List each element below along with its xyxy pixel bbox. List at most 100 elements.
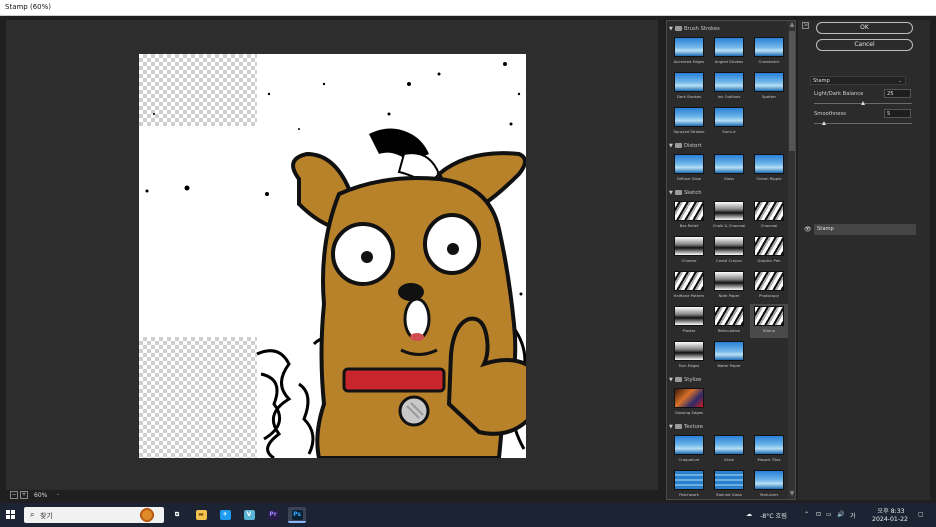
- filter-gallery-list[interactable]: ▼ Brush Strokes Accented Edges Angled Strok…: [666, 20, 796, 500]
- filter-label: Torn Edges: [678, 363, 700, 368]
- zoom-level[interactable]: 60%: [30, 491, 66, 500]
- filter-thumbnail[interactable]: Sumi-e: [710, 105, 748, 139]
- filter-thumbnail[interactable]: Ocean Ripple: [750, 152, 788, 186]
- filter-thumbnail[interactable]: Crosshatch: [750, 35, 788, 69]
- filter-thumbnail[interactable]: Sprayed Strokes: [670, 105, 708, 139]
- filter-thumbnail[interactable]: Halftone Pattern: [670, 269, 708, 303]
- smoothness-slider-knob[interactable]: [821, 121, 826, 125]
- effect-layer-row[interactable]: 👁 Stamp: [804, 224, 918, 235]
- filter-thumbnail[interactable]: Reticulation: [710, 304, 748, 338]
- light-dark-slider[interactable]: [814, 101, 912, 105]
- filter-thumbnail[interactable]: Plaster: [670, 304, 708, 338]
- smoothness-slider[interactable]: [814, 121, 912, 125]
- filter-preview-image: [674, 236, 704, 256]
- filter-thumbnail[interactable]: Grain: [710, 433, 748, 467]
- clock-date[interactable]: 2024-01-22: [870, 516, 910, 523]
- filter-label: Chrome: [681, 258, 697, 263]
- network-icon[interactable]: ⊡: [816, 511, 821, 518]
- weather-text[interactable]: -8°C 흐림: [760, 511, 787, 520]
- filter-thumbnail[interactable]: Stamp: [750, 304, 788, 338]
- filter-thumbnail[interactable]: Angled Strokes: [710, 35, 748, 69]
- filter-thumbnail[interactable]: Water Paper: [710, 339, 748, 373]
- taskbar-task-view[interactable]: ⧉: [168, 507, 186, 523]
- taskbar-file-explorer[interactable]: ▬: [192, 507, 210, 523]
- filter-thumbnail[interactable]: Photocopy: [750, 269, 788, 303]
- taskbar-bird-app[interactable]: ✈: [216, 507, 234, 523]
- effect-layer-name: Stamp: [814, 224, 916, 235]
- category-1[interactable]: ▼ Distort: [669, 142, 787, 151]
- dog-character-image: [145, 62, 526, 458]
- filter-label: Mosaic Tiles: [757, 457, 781, 462]
- light-dark-input[interactable]: 25: [884, 89, 911, 98]
- preview-area[interactable]: [6, 20, 658, 490]
- filter-thumbnail[interactable]: Texturizer: [750, 468, 788, 499]
- filter-select[interactable]: Stamp ⌄: [810, 76, 906, 85]
- filter-thumbnail[interactable]: Chalk & Charcoal: [710, 199, 748, 233]
- windows-start-button[interactable]: [6, 510, 16, 520]
- preview-canvas[interactable]: [139, 54, 526, 458]
- speaker-icon[interactable]: 🔊: [837, 511, 844, 518]
- notification-icon[interactable]: ▢: [918, 511, 924, 518]
- collapse-gallery-button[interactable]: ⇲: [802, 22, 809, 29]
- filter-thumbnail[interactable]: Bas Relief: [670, 199, 708, 233]
- filter-thumbnail[interactable]: Ink Outlines: [710, 70, 748, 104]
- filter-preview-image: [714, 37, 744, 57]
- cancel-button[interactable]: Cancel: [816, 39, 913, 51]
- filter-label: Glass: [723, 176, 735, 181]
- filter-thumbnail[interactable]: Mosaic Tiles: [750, 433, 788, 467]
- taskbar-v-app[interactable]: V: [240, 507, 258, 523]
- zoom-in-button[interactable]: +: [20, 491, 28, 499]
- chevron-up-icon[interactable]: ⌃: [804, 511, 809, 518]
- filter-thumbnail[interactable]: Stained Glass: [710, 468, 748, 499]
- filter-label: Accented Edges: [673, 59, 705, 64]
- battery-icon[interactable]: ▭: [826, 511, 832, 518]
- filter-preview-image: [754, 435, 784, 455]
- filter-label: Patchwork: [679, 492, 699, 497]
- filter-thumbnail[interactable]: Patchwork: [670, 468, 708, 499]
- category-name: Sketch: [684, 190, 702, 196]
- filter-thumbnail[interactable]: Glass: [710, 152, 748, 186]
- filter-thumbnail[interactable]: Accented Edges: [670, 35, 708, 69]
- zoom-caret-icon[interactable]: ⌄: [56, 491, 60, 497]
- filter-thumbnail[interactable]: Charcoal: [750, 199, 788, 233]
- taskbar-premiere[interactable]: Pr: [264, 507, 282, 523]
- smoothness-input[interactable]: 5: [884, 109, 911, 118]
- light-dark-slider-knob[interactable]: [861, 101, 865, 105]
- eye-icon[interactable]: 👁: [804, 226, 812, 233]
- zoom-out-button[interactable]: −: [10, 491, 18, 499]
- premiere-icon: Pr: [267, 510, 279, 520]
- scroll-up-icon[interactable]: ▲: [789, 22, 795, 28]
- filter-thumbnail[interactable]: Spatter: [750, 70, 788, 104]
- ime-indicator[interactable]: 가: [850, 511, 856, 520]
- filter-thumbnail[interactable]: Diffuse Glow: [670, 152, 708, 186]
- filter-thumbnail[interactable]: Graphic Pen: [750, 234, 788, 268]
- filter-thumbnail[interactable]: Craquelure: [670, 433, 708, 467]
- category-2[interactable]: ▼ Sketch: [669, 189, 787, 198]
- category-0[interactable]: ▼ Brush Strokes: [669, 25, 787, 34]
- filter-preview-image: [754, 201, 784, 221]
- taskbar-search[interactable]: ⌕ 찾기: [24, 507, 164, 523]
- filter-label: Chalk & Charcoal: [712, 223, 746, 228]
- filter-thumbnail[interactable]: Note Paper: [710, 269, 748, 303]
- filter-thumbnail[interactable]: Glowing Edges: [670, 386, 708, 420]
- folder-icon: [675, 377, 682, 382]
- filter-thumbnail[interactable]: Chrome: [670, 234, 708, 268]
- filter-thumbnail[interactable]: Conté Crayon: [710, 234, 748, 268]
- filter-preview-image: [674, 37, 704, 57]
- category-4[interactable]: ▼ Texture: [669, 423, 787, 432]
- filter-thumbnail[interactable]: Torn Edges: [670, 339, 708, 373]
- scroll-down-icon[interactable]: ▼: [789, 491, 795, 497]
- ok-button[interactable]: OK: [816, 22, 913, 34]
- category-3[interactable]: ▼ Stylize: [669, 376, 787, 385]
- gallery-scrollbar[interactable]: ▲ ▼: [788, 21, 795, 499]
- search-icon: ⌕: [30, 510, 35, 519]
- filter-preview-image: [754, 470, 784, 490]
- effect-layers-panel: 👁 Stamp ⊞ 🗑: [798, 220, 930, 512]
- clock-time[interactable]: 오후 8:33: [876, 506, 906, 515]
- scroll-thumb[interactable]: [789, 31, 795, 151]
- title-bar: Stamp (60%): [0, 0, 936, 16]
- filter-thumbnail[interactable]: Dark Strokes: [670, 70, 708, 104]
- zoom-bar: − + 60% ⌄: [6, 490, 658, 502]
- taskbar-photoshop[interactable]: Ps: [288, 507, 306, 523]
- collapse-icon: ⇲: [803, 22, 808, 28]
